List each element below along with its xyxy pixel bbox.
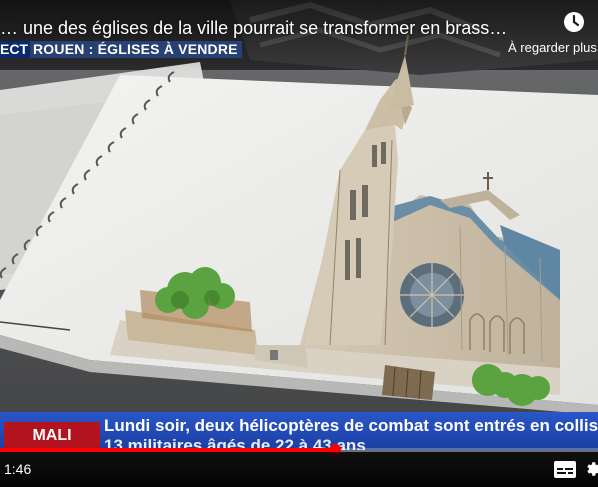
control-bar: 1:46 <box>0 452 598 487</box>
current-time: 1:46 <box>4 461 32 477</box>
live-label: ECT <box>0 41 28 57</box>
watch-later-label: À regarder plus tard <box>508 40 598 55</box>
news-chyron: ECT ROUEN : ÉGLISES À VENDRE <box>0 41 242 58</box>
video-player[interactable]: … une des églises de la ville pourrait s… <box>0 0 598 487</box>
watch-later-button[interactable]: À regarder plus tard <box>508 8 598 58</box>
live-badge: ECT <box>0 41 30 58</box>
chyron-headline: ROUEN : ÉGLISES À VENDRE <box>30 41 242 58</box>
news-ticker: MALI Lundi soir, deux hélicoptères de co… <box>0 412 598 450</box>
captions-icon[interactable] <box>554 461 576 478</box>
gear-icon[interactable] <box>584 460 598 478</box>
ticker-tag: MALI <box>4 422 100 450</box>
clock-icon <box>564 12 584 32</box>
ticker-text: Lundi soir, deux hélicoptères de combat … <box>104 416 598 435</box>
video-title[interactable]: … une des églises de la ville pourrait s… <box>0 18 520 39</box>
